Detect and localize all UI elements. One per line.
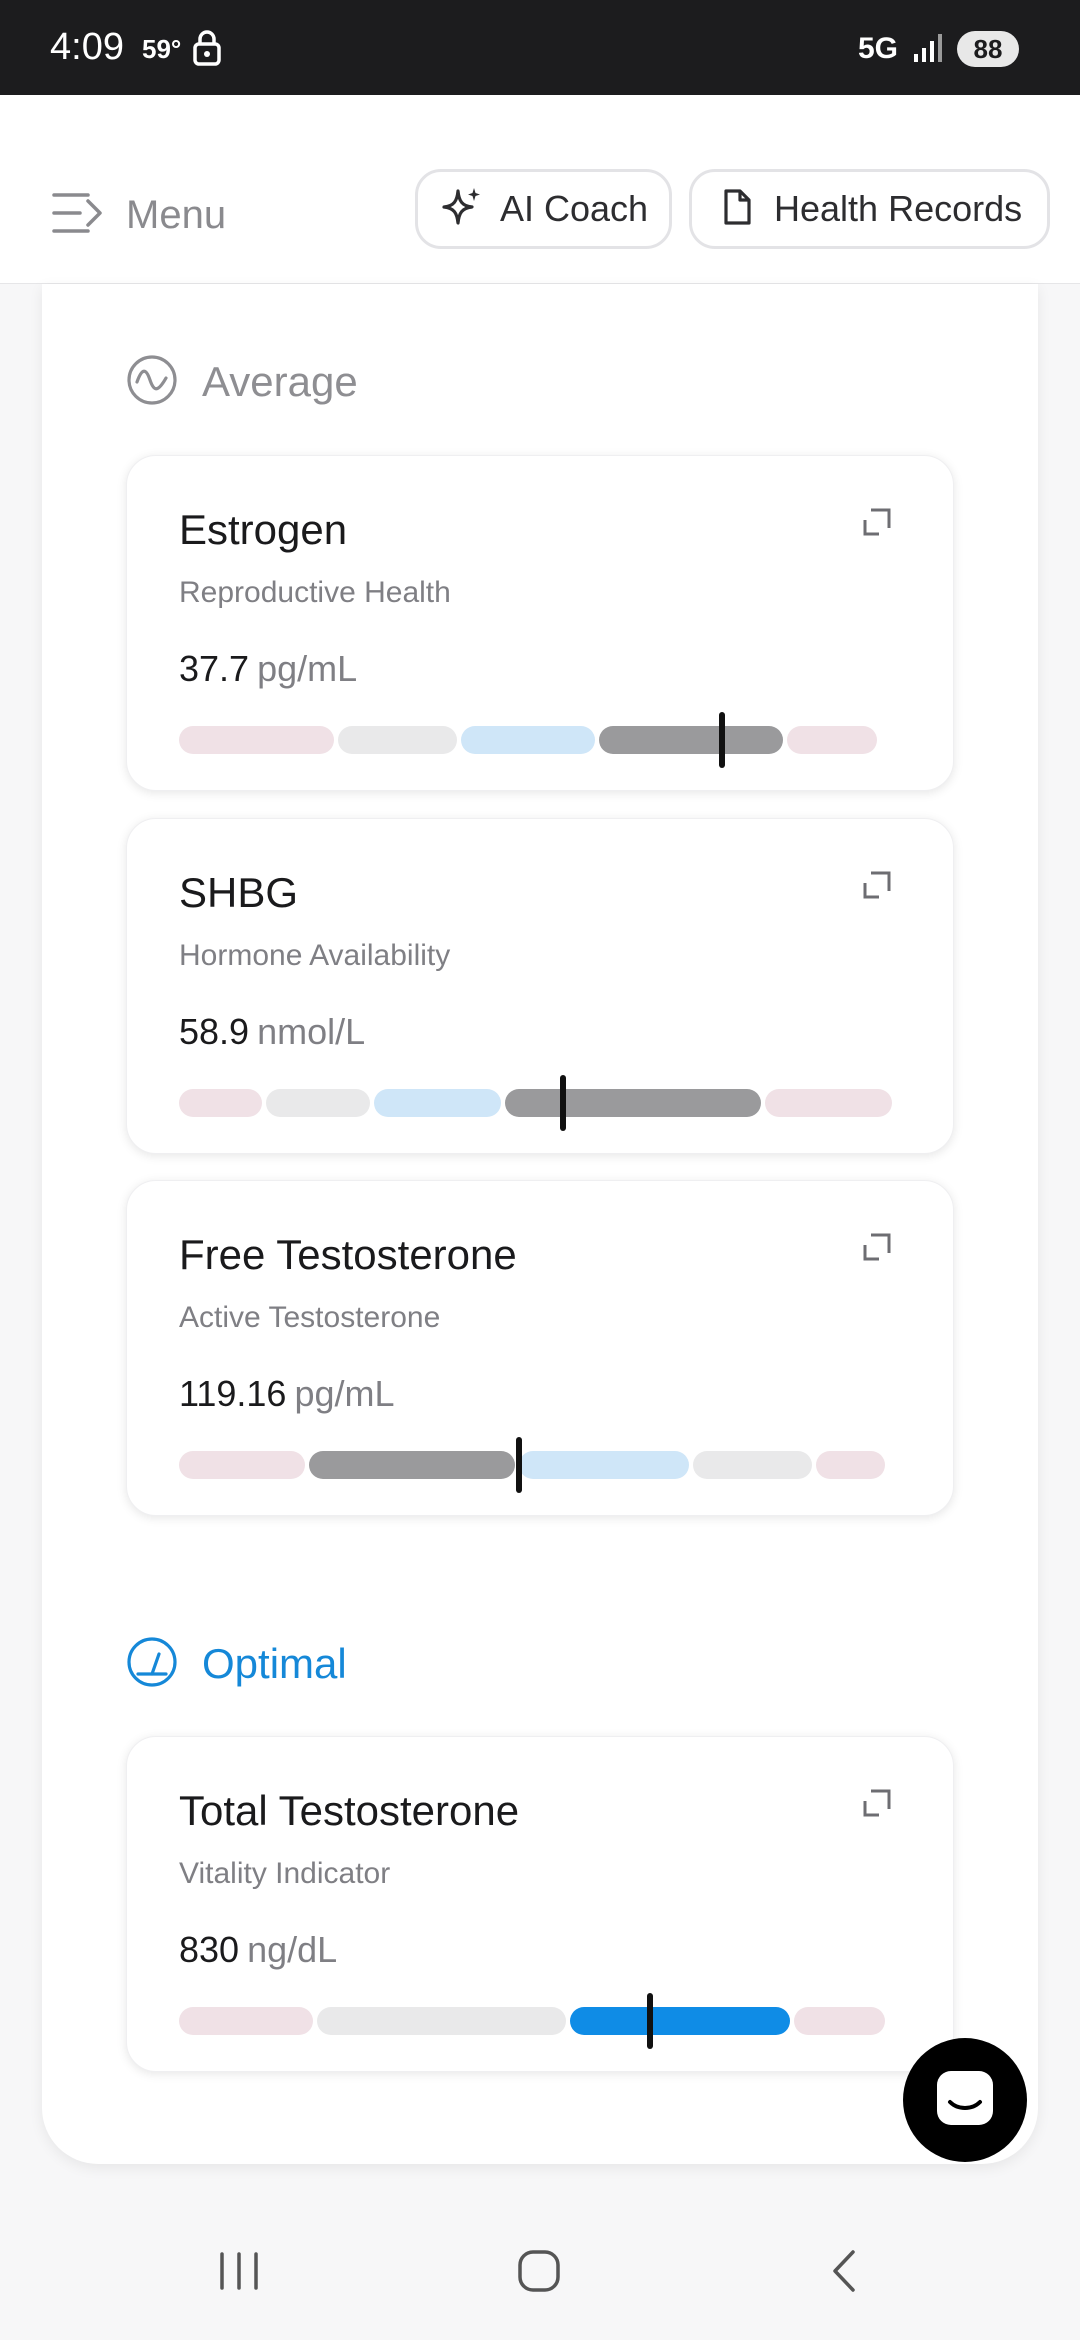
health-records-label: Health Records <box>774 188 1023 229</box>
card-title: Total Testosterone <box>179 1787 520 1834</box>
value-number: 37.7 <box>179 648 250 689</box>
card-value: 119.16 pg/mL <box>179 1373 395 1415</box>
range-segment <box>598 726 784 754</box>
range-bar <box>179 1993 903 2049</box>
recent-apps-icon[interactable] <box>216 2248 262 2299</box>
range-segment <box>504 1089 762 1117</box>
app-header: Menu AI Coach Health Records <box>0 95 1080 284</box>
lock-icon <box>192 30 222 71</box>
value-number: 58.9 <box>179 1011 250 1052</box>
range-segment <box>179 726 335 754</box>
range-segment <box>338 726 458 754</box>
card-title: SHBG <box>179 869 299 916</box>
card-value: 58.9 nmol/L <box>179 1011 365 1053</box>
range-segment <box>765 1089 892 1117</box>
chat-icon <box>934 2068 996 2133</box>
value-unit: ng/dL <box>247 1929 338 1970</box>
value-unit: pg/mL <box>294 1373 395 1414</box>
range-segment <box>461 726 595 754</box>
range-segment <box>816 1451 885 1479</box>
value-marker <box>559 1075 566 1131</box>
card-subtitle: Active Testosterone <box>179 1301 441 1334</box>
range-segment <box>693 1451 813 1479</box>
network-indicator: 5G <box>858 32 899 65</box>
home-icon[interactable] <box>516 2248 562 2299</box>
range-segment <box>265 1089 371 1117</box>
menu-button[interactable]: Menu <box>52 185 226 245</box>
range-segment <box>519 1451 690 1479</box>
range-segment <box>179 1451 306 1479</box>
ai-coach-button[interactable]: AI Coach <box>415 169 672 249</box>
ai-coach-label: AI Coach <box>500 188 649 229</box>
card-subtitle: Vitality Indicator <box>179 1857 391 1890</box>
range-segment <box>569 2007 791 2035</box>
menu-icon <box>52 191 106 240</box>
card-value: 830 ng/dL <box>179 1929 337 1971</box>
value-number: 119.16 <box>179 1373 287 1414</box>
range-segment <box>374 1089 501 1117</box>
range-segment <box>787 726 878 754</box>
section-label-optimal: Optimal <box>202 1640 347 1687</box>
biomarker-card-shbg[interactable]: SHBG Hormone Availability 58.9 nmol/L <box>126 818 954 1154</box>
value-number: 830 <box>179 1929 240 1970</box>
biomarker-card-estrogen[interactable]: Estrogen Reproductive Health 37.7 pg/mL <box>126 455 954 791</box>
range-bar <box>179 712 903 768</box>
gauge-icon <box>126 1636 178 1693</box>
value-marker <box>719 712 725 768</box>
card-subtitle: Hormone Availability <box>179 939 451 972</box>
expand-icon[interactable] <box>861 506 893 543</box>
value-marker <box>646 1993 653 2049</box>
range-bar <box>179 1075 903 1131</box>
biomarker-card-free-testosterone[interactable]: Free Testosterone Active Testosterone 11… <box>126 1180 954 1516</box>
value-unit: pg/mL <box>257 648 358 689</box>
range-segment <box>179 2007 313 2035</box>
section-label-average: Average <box>202 358 358 405</box>
chat-button[interactable] <box>903 2038 1027 2162</box>
card-subtitle: Reproductive Health <box>179 576 451 609</box>
card-value: 37.7 pg/mL <box>179 648 357 690</box>
range-segment <box>794 2007 885 2035</box>
card-title: Estrogen <box>179 506 348 553</box>
range-segment <box>309 1451 516 1479</box>
card-title: Free Testosterone <box>179 1231 517 1278</box>
average-wave-icon <box>126 354 178 411</box>
section-header-average: Average <box>126 354 358 410</box>
range-segment <box>179 1089 262 1117</box>
range-segment <box>316 2007 566 2035</box>
system-nav-bar <box>0 2212 1080 2340</box>
health-records-button[interactable]: Health Records <box>689 169 1050 249</box>
status-temperature: 59° <box>142 34 182 64</box>
biomarker-card-total-testosterone[interactable]: Total Testosterone Vitality Indicator 83… <box>126 1736 954 2072</box>
section-header-optimal: Optimal <box>126 1636 347 1692</box>
menu-label: Menu <box>126 192 227 237</box>
status-bar: 4:09 59° 5G 88 <box>0 0 1080 95</box>
sparkle-icon <box>440 185 484 234</box>
range-bar <box>179 1437 903 1493</box>
document-icon <box>722 188 752 231</box>
expand-icon[interactable] <box>861 1231 893 1268</box>
back-icon[interactable] <box>823 2248 869 2299</box>
status-time: 4:09 <box>50 26 124 68</box>
value-marker <box>516 1437 523 1493</box>
value-unit: nmol/L <box>257 1011 366 1052</box>
expand-icon[interactable] <box>861 1787 893 1824</box>
signal-icon <box>912 30 946 69</box>
battery-indicator: 88 <box>957 31 1019 67</box>
expand-icon[interactable] <box>861 869 893 906</box>
